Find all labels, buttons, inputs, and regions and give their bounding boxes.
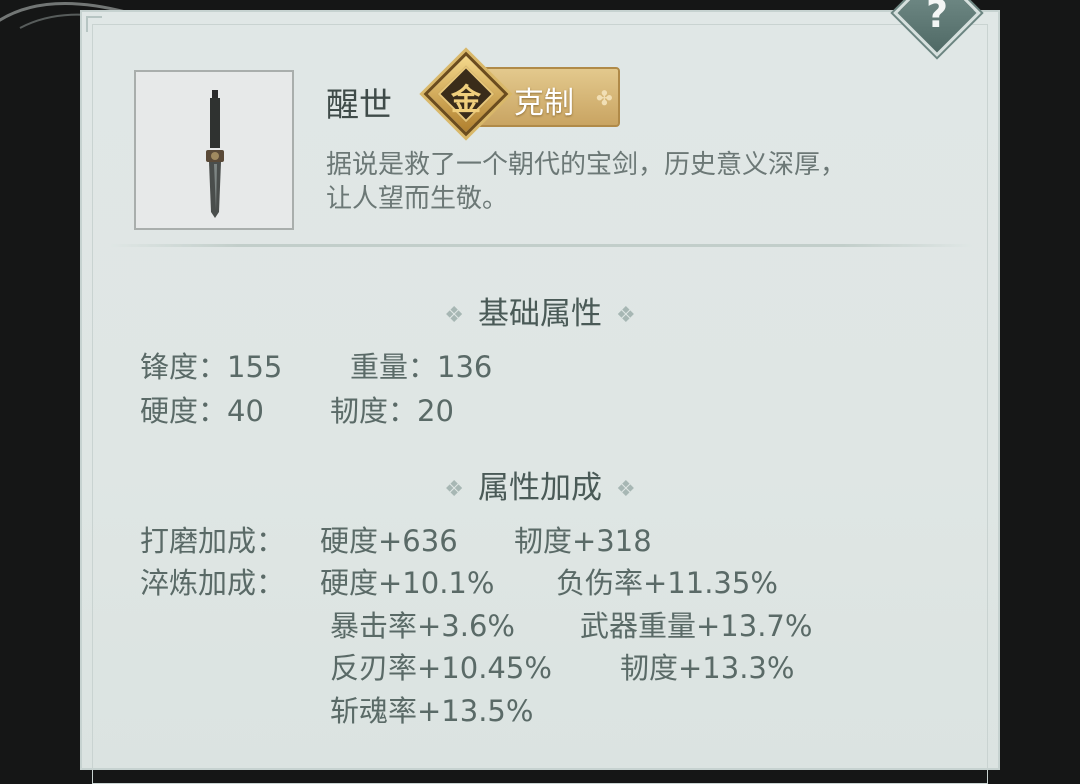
temper-bonus-value: 武器重量+13.7% xyxy=(580,609,813,643)
section-divider xyxy=(110,244,972,247)
description-line: 让人望而生敬。 xyxy=(326,184,509,214)
bonuses-heading: ❖ 属性加成 ❖ xyxy=(420,462,660,507)
temper-bonus-value: 反刃率+10.45% xyxy=(330,651,552,685)
metal-element-icon: 金 xyxy=(451,83,481,118)
temper-bonus-value: 硬度+10.1% xyxy=(320,566,495,600)
grind-bonus-label: 打磨加成： xyxy=(140,524,286,558)
item-thumbnail xyxy=(134,70,294,230)
diamond-ornament-icon: ❖ xyxy=(444,477,464,502)
stat-sharpness: 锋度：155 xyxy=(140,350,283,384)
temper-bonus-value: 暴击率+3.6% xyxy=(330,609,515,643)
temper-bonus-value: 负伤率+11.35% xyxy=(556,566,778,600)
temper-bonus-value: 斩魂率+13.5% xyxy=(330,694,534,728)
description-line: 据说是救了一个朝代的宝剑，历史意义深厚， xyxy=(326,150,847,180)
diamond-ornament-icon: ❖ xyxy=(616,303,636,328)
sword-icon xyxy=(206,90,224,218)
grind-bonus-value: 硬度+636 xyxy=(320,524,458,558)
stat-hardness: 硬度：40 xyxy=(140,394,264,428)
item-description: 据说是救了一个朝代的宝剑，历史意义深厚， 让人望而生敬。 xyxy=(326,148,966,216)
flower-ornament-icon: ✤ xyxy=(596,86,613,110)
diamond-ornament-icon: ❖ xyxy=(444,303,464,328)
bonuses-title: 属性加成 xyxy=(478,470,602,506)
temper-bonus-label: 淬炼加成： xyxy=(140,566,286,600)
grind-bonus-value: 韧度+318 xyxy=(514,524,652,558)
diamond-ornament-icon: ❖ xyxy=(616,477,636,502)
corner-ornament-tl xyxy=(86,16,102,32)
item-name: 醒世 xyxy=(326,85,392,124)
help-icon[interactable]: ? xyxy=(906,0,968,48)
temper-bonus-value: 韧度+13.3% xyxy=(620,651,795,685)
stat-toughness: 韧度：20 xyxy=(330,394,454,428)
stat-weight: 重量：136 xyxy=(350,350,493,384)
base-attributes-heading: ❖ 基础属性 ❖ xyxy=(420,288,660,333)
badge-label: 克制 xyxy=(514,86,574,121)
base-attributes-title: 基础属性 xyxy=(478,296,602,332)
counter-badge[interactable]: 克制 ✤ 金 xyxy=(423,51,624,140)
